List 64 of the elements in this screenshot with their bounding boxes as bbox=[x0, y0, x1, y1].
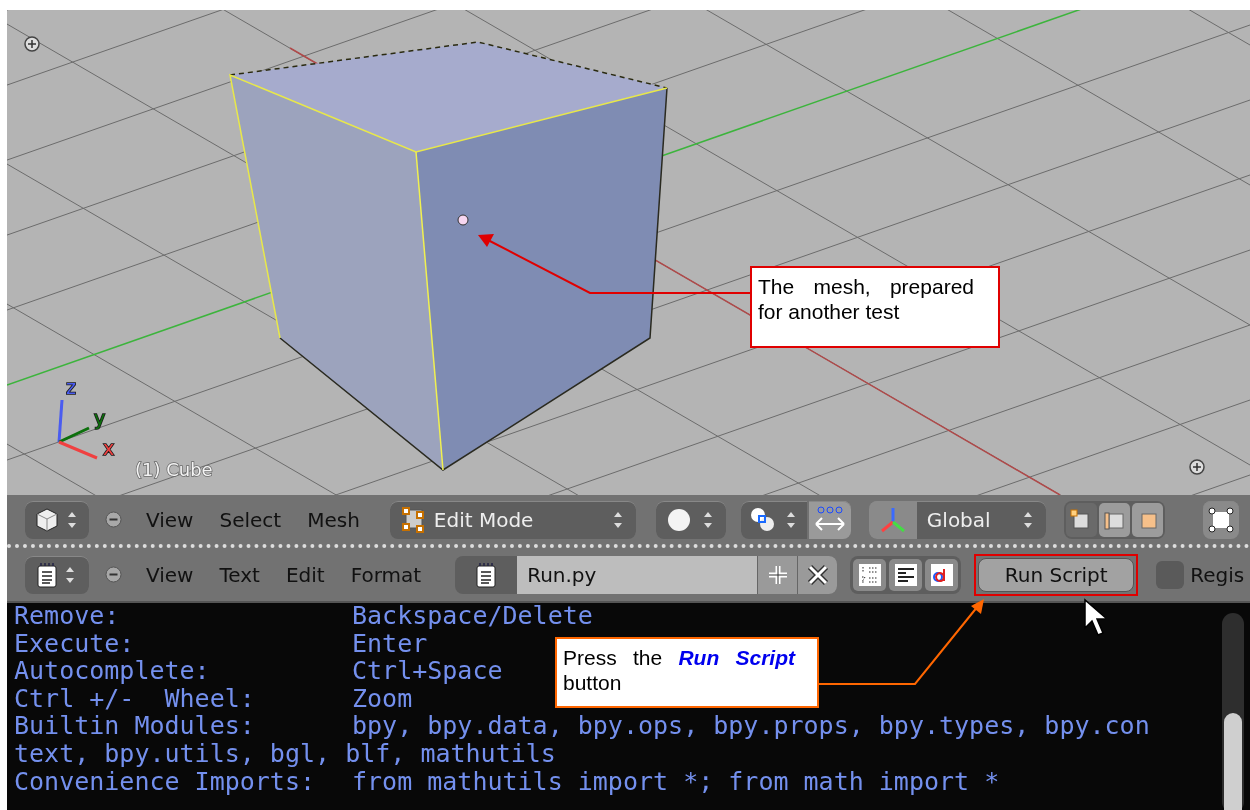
axis-label: y bbox=[94, 407, 106, 429]
notepad-icon bbox=[36, 561, 58, 588]
menu-item[interactable]: Format bbox=[350, 562, 422, 587]
plus-circle-icon[interactable] bbox=[24, 36, 40, 52]
new-text-button[interactable] bbox=[757, 555, 798, 594]
code-text: text, bpy.utils, bgl, blf, mathutils bbox=[14, 739, 556, 768]
scrollbar-thumb[interactable] bbox=[1224, 713, 1242, 810]
word-wrap-toggle[interactable] bbox=[889, 558, 923, 591]
unlink-text-button[interactable] bbox=[797, 555, 838, 594]
cube-icon bbox=[34, 506, 60, 533]
code-text: Ctrl+Space bbox=[352, 657, 503, 685]
menu-item[interactable]: View bbox=[146, 562, 194, 587]
manipulator-toggle[interactable] bbox=[808, 500, 851, 539]
shading-dropdown[interactable] bbox=[655, 500, 726, 539]
collapse-icon[interactable] bbox=[105, 511, 122, 528]
code-text: Convenience Imports: bbox=[14, 767, 316, 796]
menu-item[interactable]: Select bbox=[219, 507, 282, 532]
orientation-dropdown[interactable]: Global bbox=[868, 500, 1046, 539]
occlude-toggle[interactable] bbox=[1202, 500, 1239, 539]
mode-dropdown[interactable]: Edit Mode bbox=[389, 500, 636, 539]
code-text: Execute: bbox=[14, 629, 136, 658]
code-text: Autocomplete: bbox=[14, 657, 211, 685]
code-text: Ctrl +/- Wheel: bbox=[14, 684, 256, 713]
edge-select-button[interactable] bbox=[1098, 502, 1130, 537]
menu-item[interactable]: Mesh bbox=[307, 507, 360, 532]
sphere-icon bbox=[665, 506, 692, 533]
close-icon bbox=[806, 563, 829, 586]
plus-icon bbox=[766, 563, 789, 586]
code-text: Builtin Modules: bbox=[14, 712, 256, 740]
code-text: Enter bbox=[352, 629, 428, 658]
callout-text: Press the Run Script button bbox=[555, 637, 819, 708]
code-text: from mathutils import *; from math import * bbox=[352, 767, 1000, 796]
code-text: Remove: bbox=[14, 603, 121, 630]
code-text: Backspace/Delete bbox=[352, 603, 593, 630]
axis-label: x bbox=[103, 437, 115, 459]
syntax-highlight-icon bbox=[929, 562, 954, 587]
axis-label: z bbox=[66, 376, 76, 398]
callout-text: The mesh, prepared for another test bbox=[750, 266, 1000, 348]
face-select-button[interactable] bbox=[1131, 502, 1163, 537]
vertices-icon bbox=[1206, 505, 1235, 534]
vertex-select-button[interactable] bbox=[1065, 502, 1097, 537]
scrollbar-track[interactable] bbox=[1222, 613, 1244, 810]
word-wrap-icon bbox=[893, 562, 918, 587]
notepad-icon bbox=[475, 561, 498, 588]
pivot-dropdown[interactable] bbox=[740, 500, 807, 539]
orientation-label: Global bbox=[926, 507, 992, 532]
checkbox-label: Regis bbox=[1190, 562, 1245, 587]
menu-item[interactable]: Text bbox=[219, 562, 260, 587]
collapse-icon[interactable] bbox=[105, 566, 122, 583]
line-numbers-icon bbox=[857, 562, 882, 587]
text-name-field[interactable]: Run.py bbox=[517, 555, 758, 594]
menu-item[interactable]: View bbox=[146, 507, 194, 532]
run-script-button[interactable]: Run Script bbox=[978, 557, 1135, 592]
line-numbers-toggle[interactable] bbox=[853, 558, 887, 591]
mode-label: Edit Mode bbox=[433, 507, 535, 532]
menu-item[interactable]: Edit bbox=[285, 562, 325, 587]
editor-type-button[interactable] bbox=[25, 500, 89, 539]
pivot-icon bbox=[748, 505, 777, 534]
plus-circle-icon[interactable] bbox=[1189, 459, 1205, 475]
code-text: Zoom bbox=[352, 684, 413, 713]
syntax-highlight-toggle[interactable] bbox=[925, 558, 959, 591]
code-text: bpy, bpy.data, bpy.ops, bpy.props, bpy.types, bpy.con bbox=[352, 712, 1150, 740]
editor-type-button[interactable] bbox=[25, 555, 89, 594]
checkbox[interactable] bbox=[1156, 560, 1185, 589]
